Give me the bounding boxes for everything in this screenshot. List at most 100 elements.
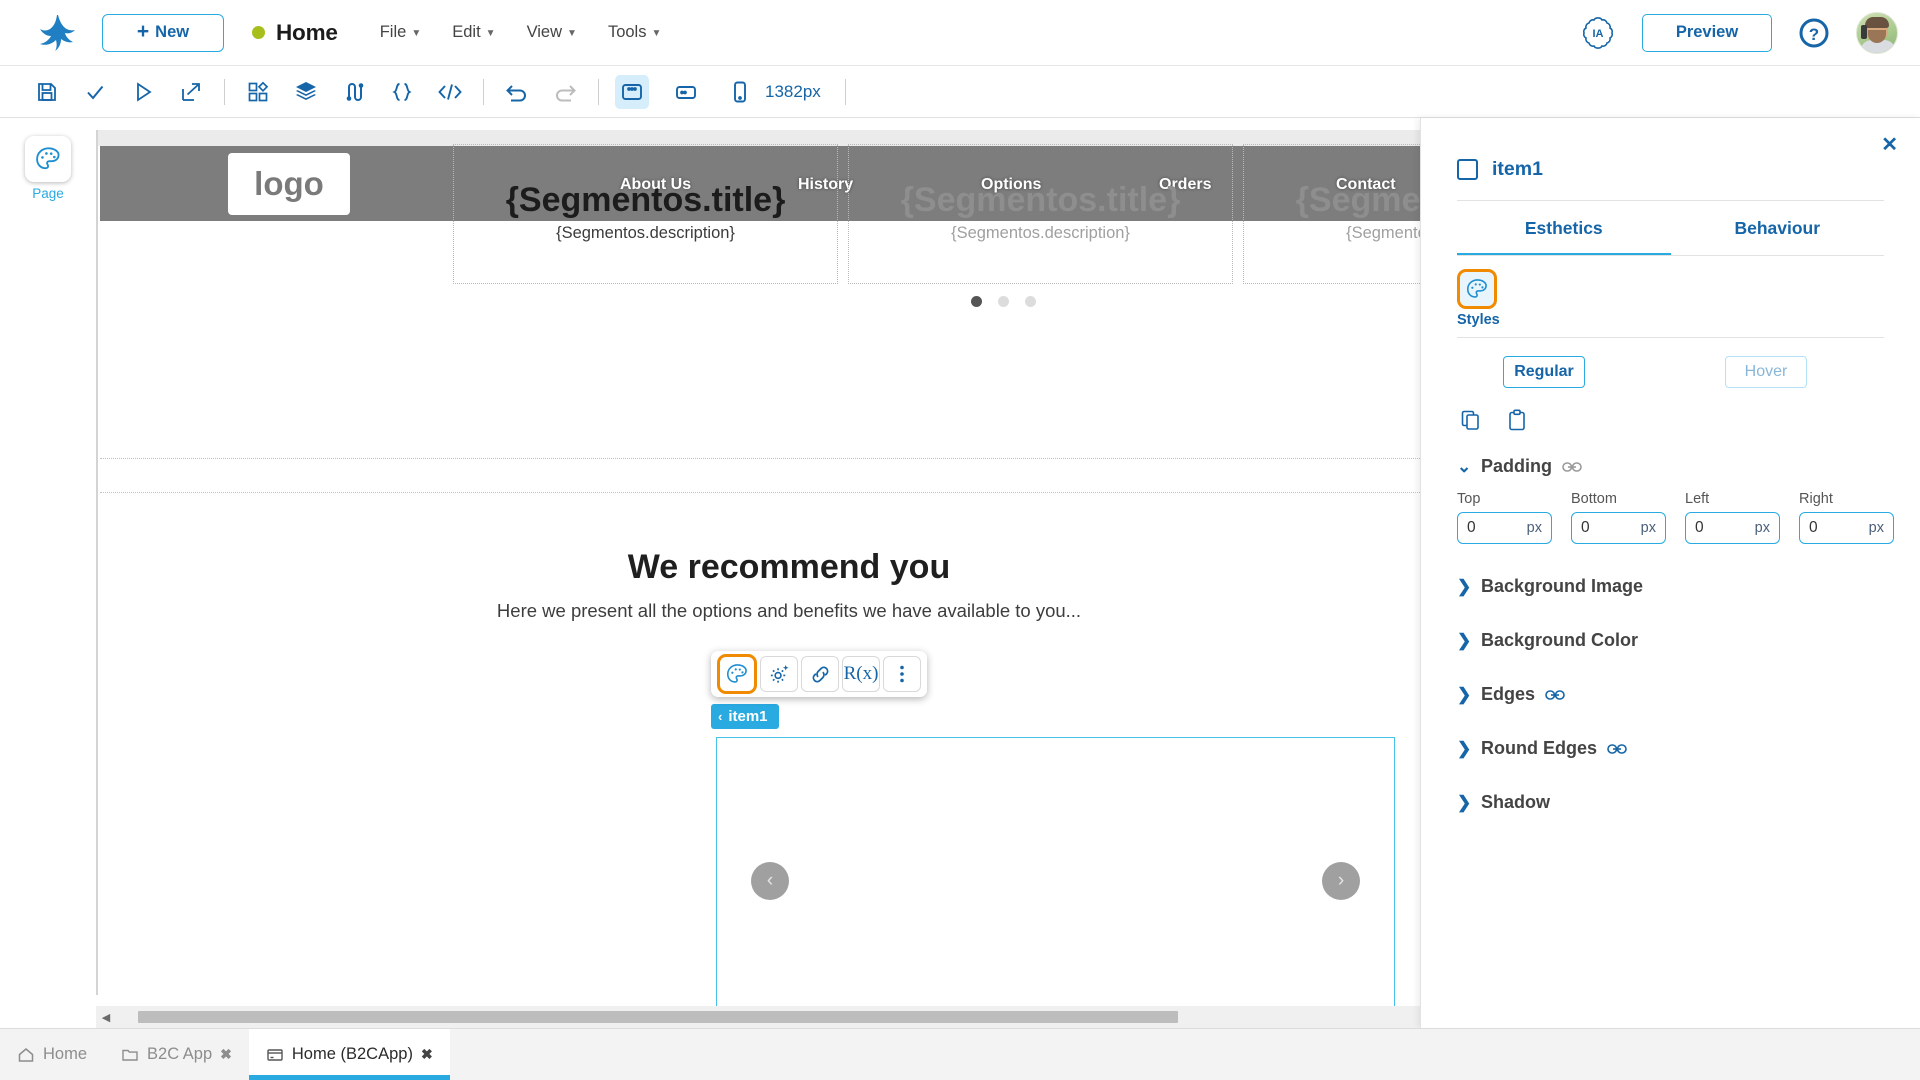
padding-top-input[interactable]: 0 px: [1457, 512, 1552, 544]
plus-icon: +: [136, 20, 150, 44]
bottom-tab-home-b2capp[interactable]: Home (B2CApp) ✖: [248, 1029, 450, 1080]
menu-tools[interactable]: Tools ▼: [608, 23, 661, 42]
link-toggle-icon[interactable]: [1607, 743, 1627, 755]
toolbar-divider: [483, 78, 484, 105]
tablet-icon[interactable]: [669, 75, 703, 109]
canvas-width-value[interactable]: 1382px: [765, 82, 821, 102]
menu-view[interactable]: View ▼: [527, 23, 577, 42]
mobile-icon[interactable]: [723, 75, 757, 109]
palette-icon[interactable]: [717, 654, 757, 694]
chevron-down-icon: ▼: [485, 28, 496, 39]
panel-tabs-underline: [1457, 255, 1884, 256]
padding-top-cell: Top 0 px: [1457, 491, 1552, 544]
deploy-icon[interactable]: [174, 75, 208, 109]
site-logo[interactable]: logo: [228, 152, 350, 215]
padding-bottom-unit: px: [1640, 520, 1656, 536]
clipboard-actions: [1421, 388, 1920, 434]
check-icon[interactable]: [78, 75, 112, 109]
section-padding-label: Padding: [1481, 456, 1552, 476]
top-bar: + New Home File ▼ Edit ▼ View ▼ Tools ▼: [0, 0, 1920, 66]
bottom-tab-home[interactable]: Home: [0, 1029, 104, 1080]
toolbar-divider: [844, 78, 846, 105]
section-edges-label: Edges: [1481, 684, 1536, 704]
recommend-subtitle: Here we present all the options and bene…: [496, 600, 1082, 621]
padding-right-input[interactable]: 0 px: [1799, 512, 1894, 544]
segment-card[interactable]: {Segmentos.title} {Segmentos.description…: [848, 144, 1233, 284]
link-icon[interactable]: [801, 656, 839, 692]
section-shadow[interactable]: ❯ Shadow: [1421, 792, 1920, 813]
padding-bottom-input[interactable]: 0 px: [1571, 512, 1666, 544]
padding-bottom-cell: Bottom 0 px: [1571, 491, 1666, 544]
rail-item-page[interactable]: Page: [21, 136, 75, 201]
close-icon[interactable]: ✖: [220, 1046, 232, 1063]
rx-function-icon[interactable]: R(x): [842, 656, 880, 692]
components-icon[interactable]: [241, 75, 275, 109]
menu-file[interactable]: File ▼: [380, 23, 422, 42]
scroll-left-icon[interactable]: ◀: [96, 1011, 116, 1024]
chevron-down-icon: ▼: [411, 28, 422, 39]
state-hover-button[interactable]: Hover: [1725, 356, 1807, 388]
save-icon[interactable]: [30, 75, 64, 109]
layers-icon[interactable]: [289, 75, 323, 109]
current-page-indicator: Home: [252, 20, 338, 46]
run-icon[interactable]: [126, 75, 160, 109]
element-float-toolbar: R(x): [711, 651, 927, 697]
section-padding[interactable]: ⌄ Padding: [1421, 456, 1920, 477]
element-checkbox[interactable]: [1457, 159, 1478, 180]
padding-fields: Top 0 px Bottom 0 px Left 0 px Right 0 p…: [1421, 477, 1920, 544]
undo-icon[interactable]: [500, 75, 534, 109]
padding-bottom-value: 0: [1581, 519, 1590, 536]
section-background-color[interactable]: ❯ Background Color: [1421, 630, 1920, 651]
json-icon[interactable]: [385, 75, 419, 109]
settings-sparkle-icon[interactable]: [760, 656, 798, 692]
bottom-tab-b2c-app[interactable]: B2C App ✖: [104, 1029, 249, 1080]
redo-icon[interactable]: [548, 75, 582, 109]
tab-behaviour[interactable]: Behaviour: [1671, 201, 1885, 256]
ia-assistant-icon[interactable]: IA: [1580, 15, 1616, 51]
padding-left-input[interactable]: 0 px: [1685, 512, 1780, 544]
more-vertical-icon[interactable]: [883, 656, 921, 692]
styles-section-button[interactable]: Styles: [1421, 257, 1500, 328]
chevron-right-icon: ❯: [1457, 630, 1472, 650]
carousel-dot[interactable]: [997, 296, 1009, 307]
carousel-next-button[interactable]: ›: [1322, 862, 1360, 900]
bottom-tab-home-label: Home: [43, 1045, 88, 1063]
styles-label: Styles: [1457, 312, 1500, 328]
state-regular-button[interactable]: Regular: [1503, 356, 1585, 388]
app-logo-icon[interactable]: [26, 13, 88, 53]
page-icon: [266, 1046, 284, 1064]
flows-icon[interactable]: [337, 75, 371, 109]
carousel-dot[interactable]: [970, 296, 982, 307]
avatar[interactable]: [1856, 11, 1898, 54]
selected-element-box[interactable]: ‹ ›: [716, 737, 1395, 1025]
copy-icon[interactable]: [1457, 406, 1485, 434]
desktop-icon[interactable]: [615, 74, 649, 109]
rx-label: R(x): [843, 663, 879, 684]
chevron-right-icon: ❯: [1457, 576, 1472, 596]
menu-edit[interactable]: Edit ▼: [452, 23, 495, 42]
close-icon[interactable]: ✕: [1881, 132, 1898, 157]
scrollbar-thumb[interactable]: [138, 1011, 1178, 1023]
menu-view-label: View: [526, 23, 563, 41]
code-icon[interactable]: [433, 75, 467, 109]
section-divider: [100, 492, 1478, 493]
selected-element-tag[interactable]: ‹ item1: [711, 704, 779, 729]
section-background-image[interactable]: ❯ Background Image: [1421, 576, 1920, 597]
help-circle-icon[interactable]: ?: [1798, 17, 1830, 49]
folder-icon: [121, 1046, 139, 1064]
tab-esthetics[interactable]: Esthetics: [1457, 201, 1671, 256]
section-round-edges[interactable]: ❯ Round Edges: [1421, 738, 1920, 759]
chevron-right-icon: ❯: [1457, 792, 1472, 812]
properties-panel: ✕ item1 Esthetics Behaviour Styles Regul…: [1420, 118, 1920, 1028]
section-edges[interactable]: ❯ Edges: [1421, 684, 1920, 705]
link-toggle-icon[interactable]: [1562, 461, 1582, 473]
link-toggle-icon[interactable]: [1545, 689, 1565, 701]
page-canvas: logo About Us History Options Orders Con…: [96, 130, 1628, 1025]
new-button[interactable]: + New: [102, 13, 224, 52]
segment-card[interactable]: {Segmentos.title} {Segmentos.description…: [453, 144, 838, 284]
carousel-dot[interactable]: [1024, 296, 1036, 307]
carousel-prev-button[interactable]: ‹: [751, 862, 789, 900]
close-icon[interactable]: ✖: [421, 1046, 433, 1063]
paste-icon[interactable]: [1503, 406, 1531, 434]
preview-button[interactable]: Preview: [1642, 13, 1772, 52]
